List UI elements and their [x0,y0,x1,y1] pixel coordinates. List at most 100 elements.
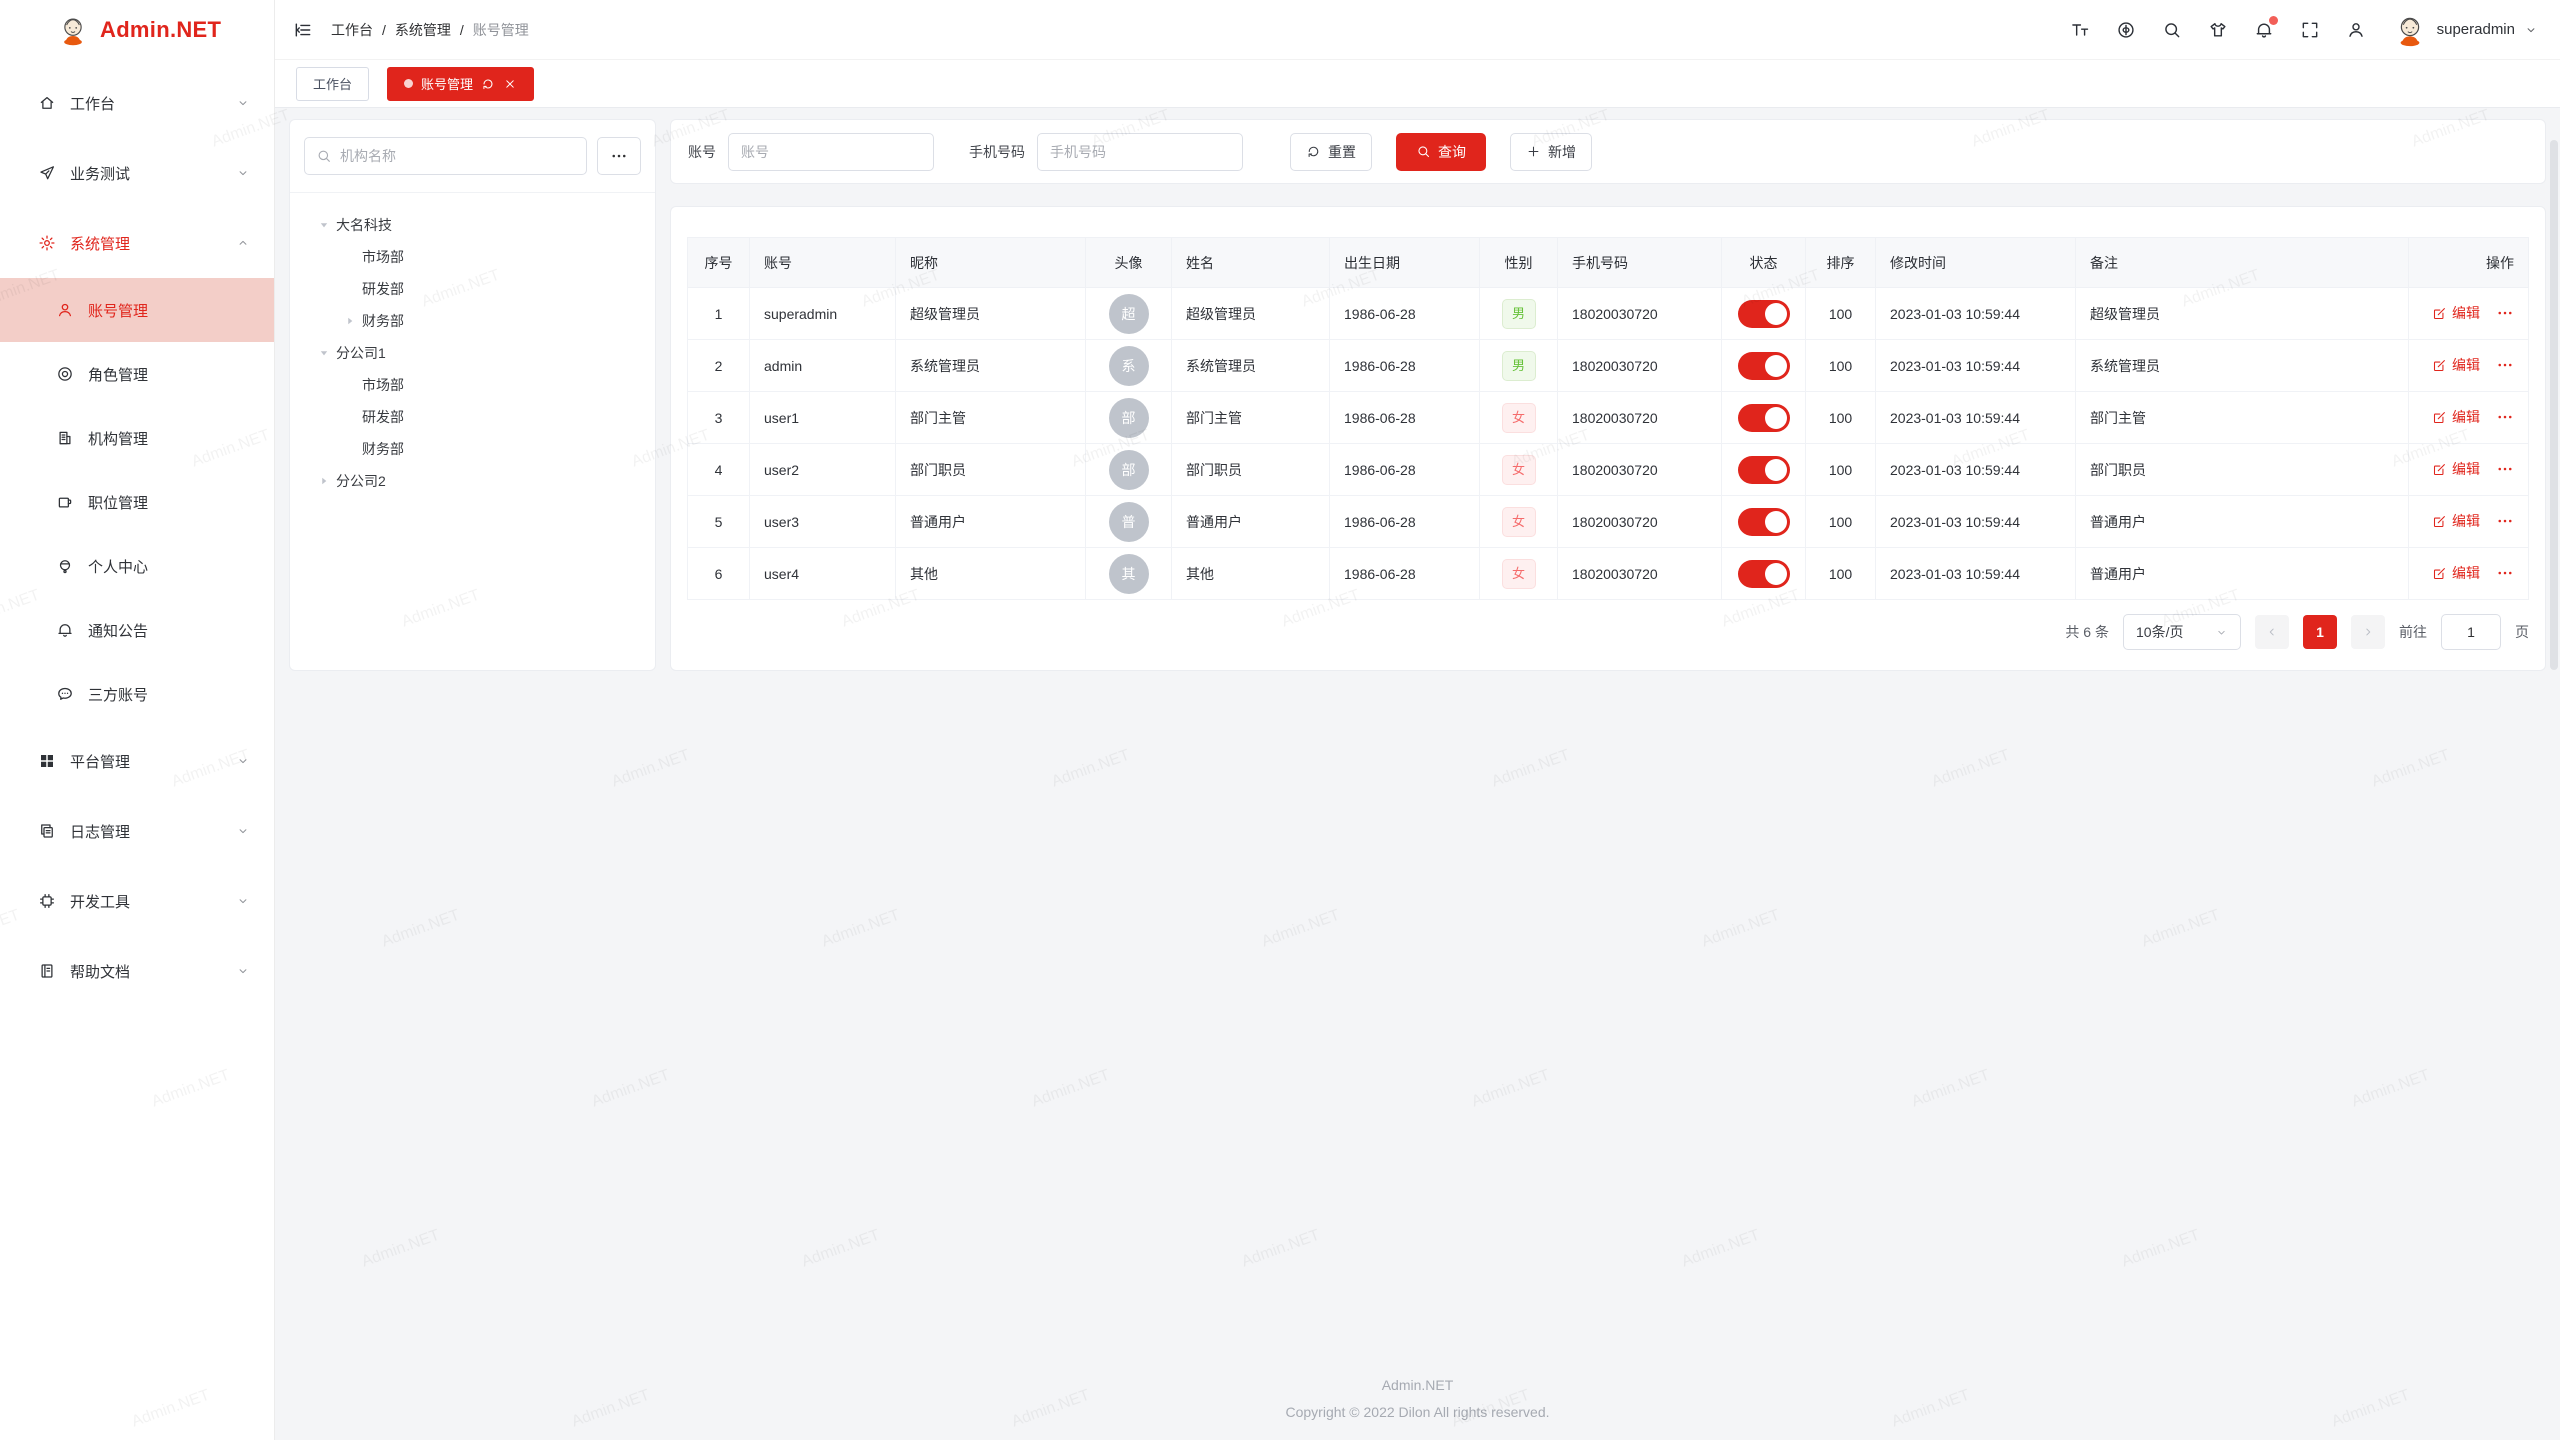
status-toggle[interactable] [1738,560,1790,588]
edit-button[interactable]: 编辑 [2432,563,2480,583]
tree-node-label: 分公司2 [336,471,386,491]
search-icon[interactable] [2162,20,2182,40]
caret-right-icon[interactable] [312,473,336,489]
topbar-right: superadmin [2070,12,2538,48]
pagination: 共 6 条 10条/页 1 前往 页 [687,600,2529,664]
breadcrumb-item[interactable]: 工作台 [331,20,373,40]
cell-avatar: 部 [1086,392,1172,444]
tree-node-市场部[interactable]: 市场部 [300,241,645,273]
edit-button[interactable]: 编辑 [2432,303,2480,323]
status-toggle[interactable] [1738,456,1790,484]
page-size-select[interactable]: 10条/页 [2123,614,2241,650]
status-toggle[interactable] [1738,352,1790,380]
goto-page-input[interactable] [2441,614,2501,650]
sidebar-item-business-test[interactable]: 业务测试 [0,138,274,208]
sidebar-item-org-mgmt[interactable]: 机构管理 [0,406,274,470]
row-more-button[interactable] [2496,512,2514,530]
sidebar-item-role-mgmt[interactable]: 角色管理 [0,342,274,406]
user-avatar [2392,12,2428,48]
prev-page-button[interactable] [2255,615,2289,649]
reset-button[interactable]: 重置 [1290,133,1372,171]
caret-down-icon[interactable] [312,345,336,361]
edit-button[interactable]: 编辑 [2432,511,2480,531]
breadcrumb-item[interactable]: 系统管理 [395,20,451,40]
sidebar-item-account-mgmt[interactable]: 账号管理 [0,278,274,342]
cell-phone: 18020030720 [1558,444,1722,496]
cell-birth: 1986-06-28 [1330,340,1480,392]
sidebar-item-workbench[interactable]: 工作台 [0,68,274,138]
add-button[interactable]: 新增 [1510,133,1592,171]
tree-node-市场部[interactable]: 市场部 [300,369,645,401]
tree-node-研发部[interactable]: 研发部 [300,401,645,433]
accounts-table-card: 序号账号昵称头像姓名出生日期性别手机号码状态排序修改时间备注操作 1supera… [670,206,2546,671]
edit-button[interactable]: 编辑 [2432,459,2480,479]
next-page-button[interactable] [2351,615,2385,649]
row-more-button[interactable] [2496,460,2514,478]
edit-icon [2432,306,2447,321]
sidebar-item-system-mgmt[interactable]: 系统管理 [0,208,274,278]
org-tree-panel: 大名科技市场部研发部财务部分公司1市场部研发部财务部分公司2 [289,119,656,671]
cell-account: user2 [750,444,896,496]
page-size-value: 10条/页 [2136,622,2183,642]
language-icon[interactable] [2116,20,2136,40]
font-size-icon[interactable] [2070,20,2090,40]
sidebar-item-label: 机构管理 [88,428,250,449]
sidebar-item-help-docs[interactable]: 帮助文档 [0,936,274,1006]
cell-status [1722,288,1806,340]
edit-button[interactable]: 编辑 [2432,407,2480,427]
sidebar-item-log-mgmt[interactable]: 日志管理 [0,796,274,866]
sidebar-item-position-mgmt[interactable]: 职位管理 [0,470,274,534]
row-more-button[interactable] [2496,356,2514,374]
tree-node-财务部[interactable]: 财务部 [300,433,645,465]
tree-node-大名科技[interactable]: 大名科技 [300,209,645,241]
org-search[interactable] [304,137,587,175]
row-more-button[interactable] [2496,408,2514,426]
search-button[interactable]: 查询 [1396,133,1486,171]
cell-name: 其他 [1172,548,1330,600]
caret-right-icon[interactable] [338,313,362,329]
sidebar-item-dev-tools[interactable]: 开发工具 [0,866,274,936]
sidebar-item-notice[interactable]: 通知公告 [0,598,274,662]
phone-input[interactable] [1037,133,1243,171]
tree-more-button[interactable] [597,137,641,175]
notification-icon[interactable] [2254,20,2274,40]
cell-sort: 100 [1806,392,1876,444]
tree-node-研发部[interactable]: 研发部 [300,273,645,305]
tab-账号管理[interactable]: 账号管理 [387,67,534,101]
status-toggle[interactable] [1738,300,1790,328]
page-1-button[interactable]: 1 [2303,615,2337,649]
cell-avatar: 超 [1086,288,1172,340]
breadcrumb-item: 账号管理 [473,20,529,40]
row-more-button[interactable] [2496,564,2514,582]
account-input[interactable] [728,133,934,171]
tree-node-分公司1[interactable]: 分公司1 [300,337,645,369]
edit-label: 编辑 [2452,303,2480,323]
sidebar-item-third-party-account[interactable]: 三方账号 [0,662,274,726]
cell-birth: 1986-06-28 [1330,548,1480,600]
scrollbar-thumb[interactable] [2550,140,2558,670]
status-toggle[interactable] [1738,404,1790,432]
sidebar-item-platform-mgmt[interactable]: 平台管理 [0,726,274,796]
tab-工作台[interactable]: 工作台 [296,67,369,101]
user-menu[interactable]: superadmin [2392,12,2538,48]
menu-fold-icon[interactable] [293,20,313,40]
gear-icon [38,234,56,252]
app-logo[interactable]: Admin.NET [0,0,274,60]
status-toggle[interactable] [1738,508,1790,536]
org-icon [56,429,74,447]
caret-down-icon[interactable] [312,217,336,233]
topbar-left: 工作台/系统管理/账号管理 [293,20,529,40]
fullscreen-icon[interactable] [2300,20,2320,40]
edit-button[interactable]: 编辑 [2432,355,2480,375]
cell-sort: 100 [1806,444,1876,496]
sidebar-item-profile-center[interactable]: 个人中心 [0,534,274,598]
user-icon[interactable] [2346,20,2366,40]
tree-node-财务部[interactable]: 财务部 [300,305,645,337]
main-column: 账号 手机号码 重置 查询 新增 [670,119,2546,671]
theme-icon[interactable] [2208,20,2228,40]
row-more-button[interactable] [2496,304,2514,322]
row-actions: 编辑 [2432,407,2514,427]
org-search-input[interactable] [340,148,575,164]
column-header-姓名: 姓名 [1172,238,1330,288]
tree-node-分公司2[interactable]: 分公司2 [300,465,645,497]
